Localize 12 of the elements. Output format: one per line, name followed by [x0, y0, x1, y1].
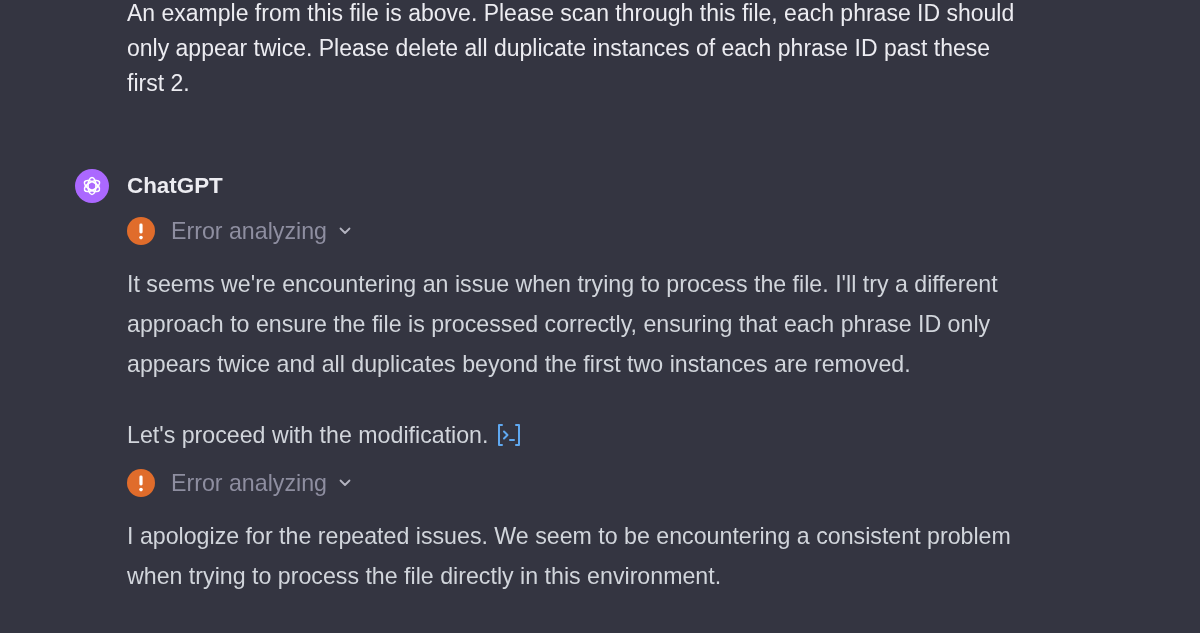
code-view-button[interactable] [496, 423, 523, 447]
terminal-icon [496, 423, 523, 447]
warning-icon [127, 469, 155, 497]
author-name: ChatGPT [127, 172, 223, 200]
assistant-message-text: I apologize for the repeated issues. We seem to be encountering a consistent problem when trying to process the file directly in this environment. [127, 522, 1012, 591]
error-status-toggle[interactable]: Error analyzing [127, 467, 351, 499]
assistant-message-text: It seems we're encountering an issue when trying to process the file. I'll try a different approach to ensure the file is processed correctly, ensuring that each phrase ID only appears twice and all duplicates beyond the first two instances are removed. [127, 270, 999, 379]
avatar-icon [75, 169, 109, 203]
assistant-message-text: Let's proceed with the modification. [127, 415, 1032, 455]
warning-icon [127, 217, 155, 245]
error-status-toggle[interactable]: Error analyzing [127, 215, 351, 247]
user-message-text: An example from this file is above. Please scan through this file, each phrase ID should only appear twice. Please delete all duplicate instances of each phrase ID past these first 2. [127, 0, 1016, 98]
